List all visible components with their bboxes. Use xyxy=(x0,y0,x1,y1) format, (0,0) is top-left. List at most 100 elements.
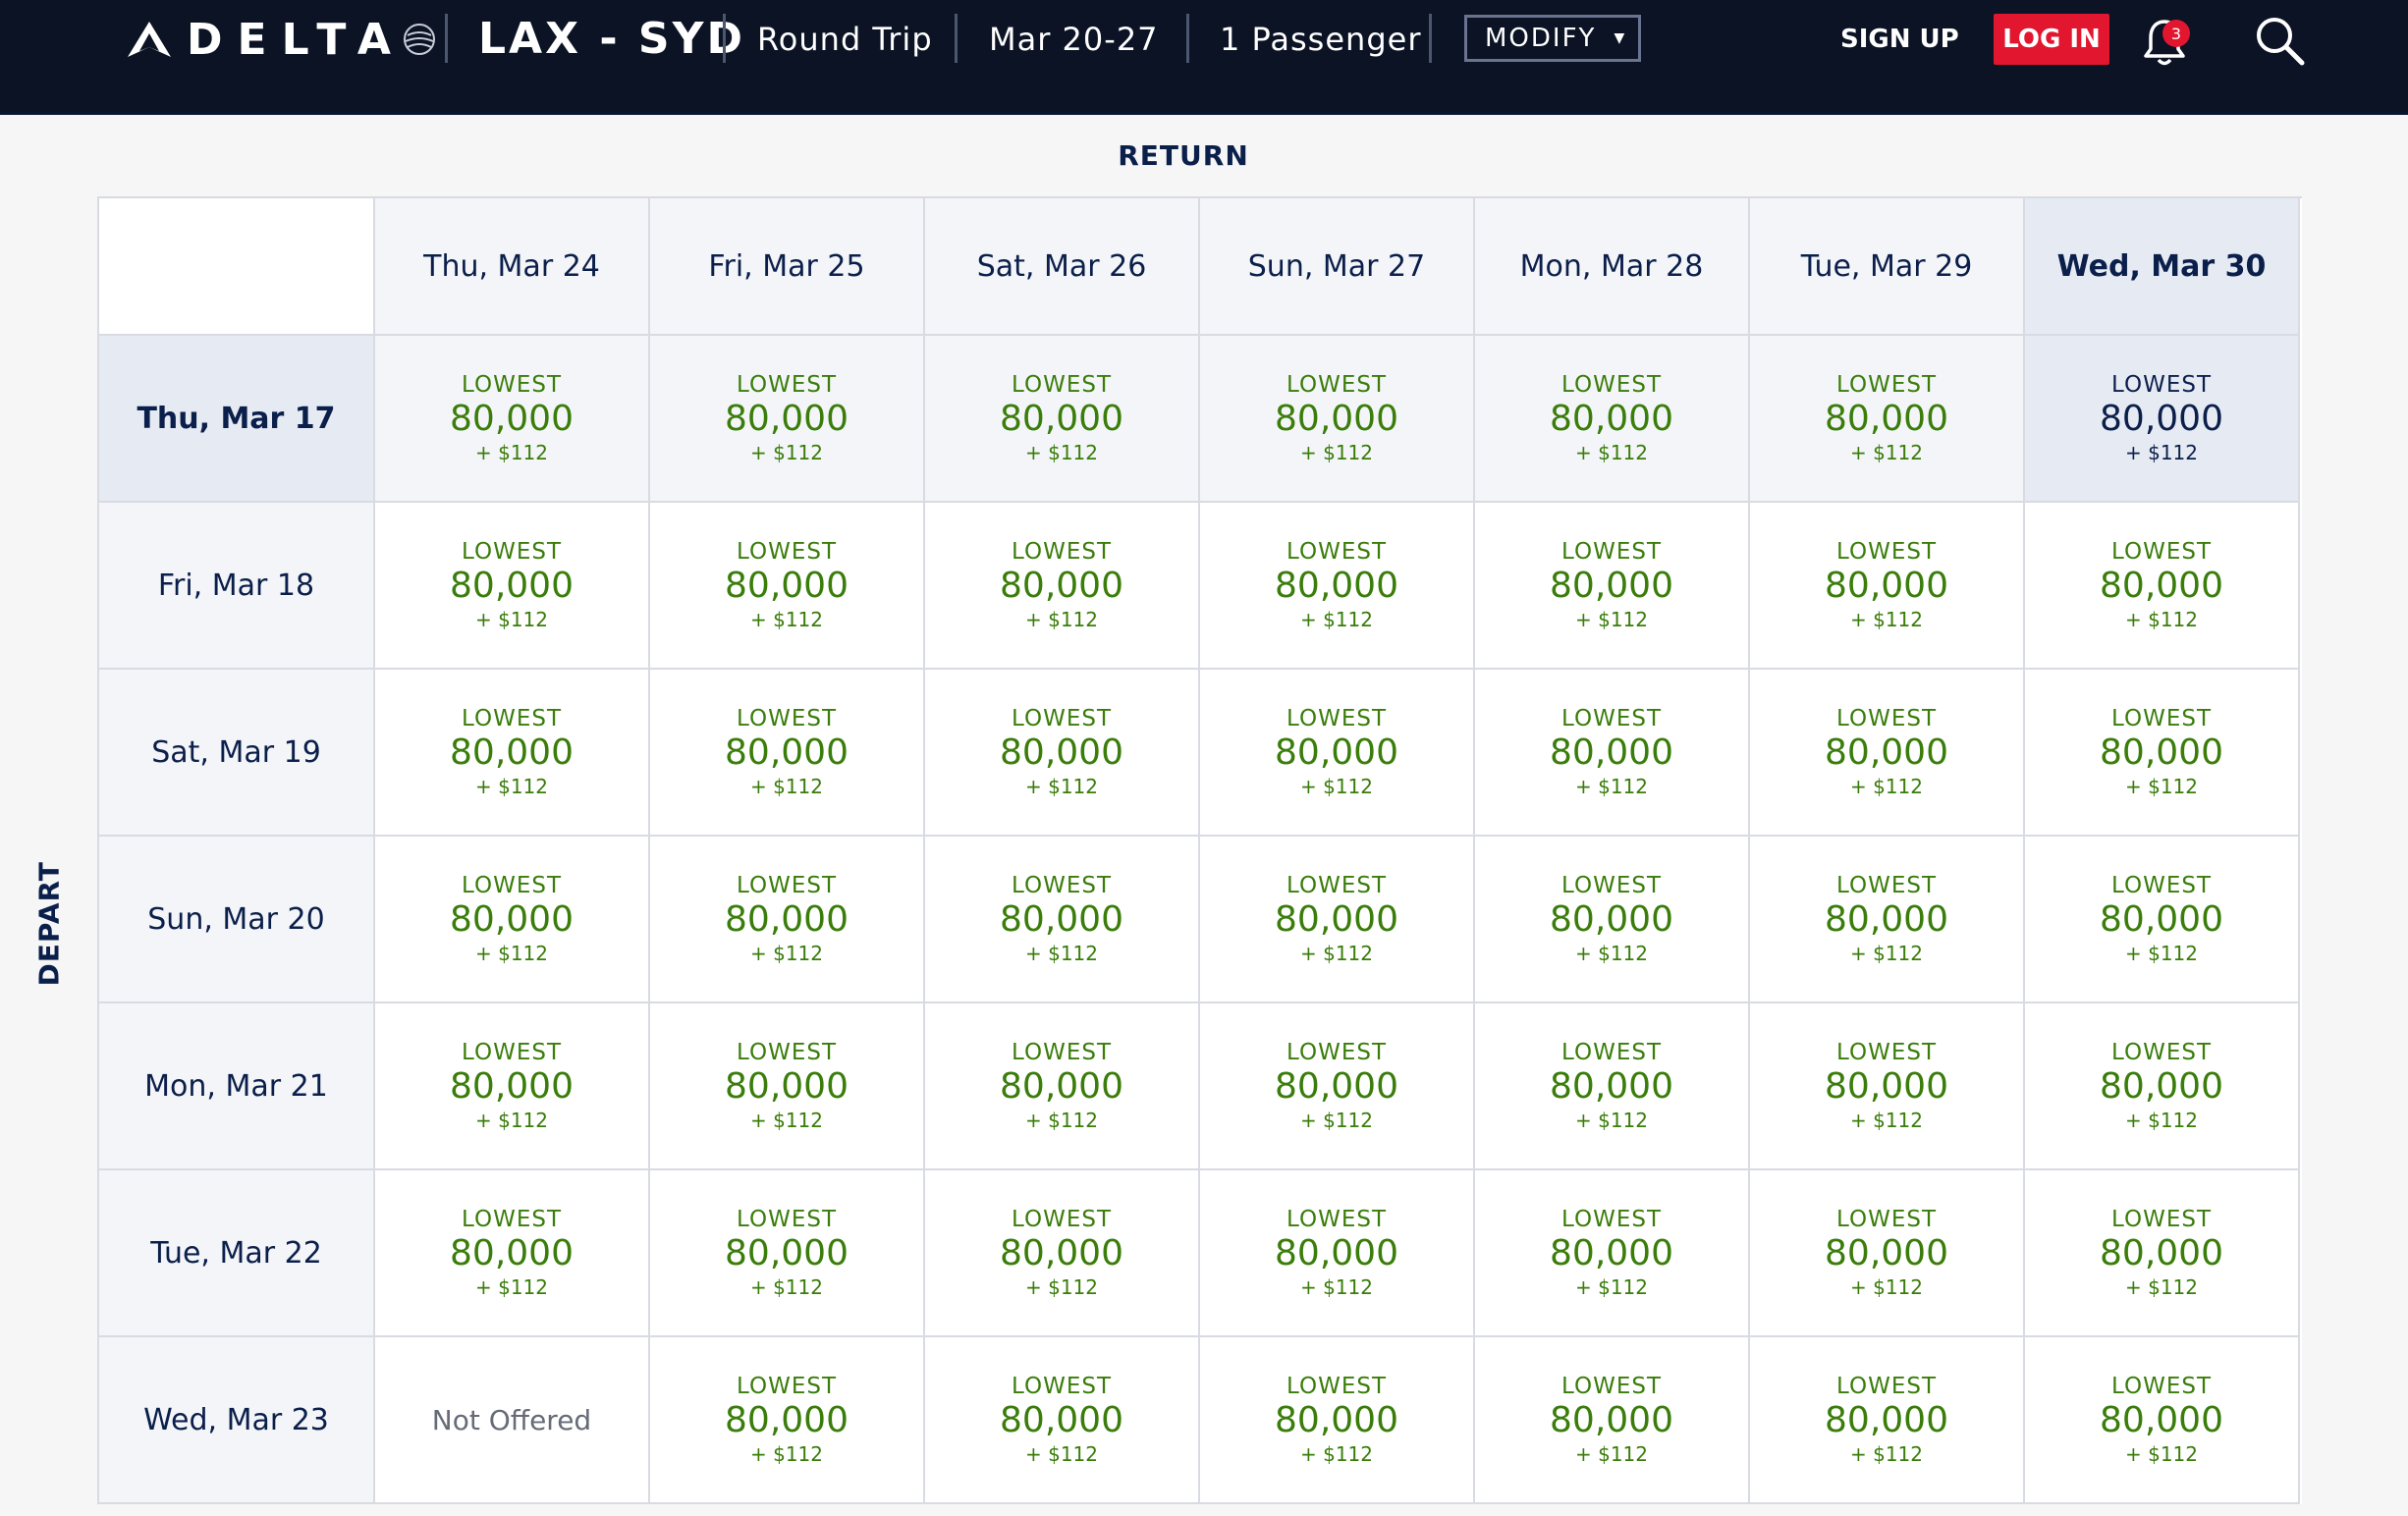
fare-cell[interactable]: LOWEST 80,000 + $112 xyxy=(1475,1337,1750,1504)
depart-date-header[interactable]: Wed, Mar 23 xyxy=(99,1337,375,1504)
fare-cell[interactable]: LOWEST 80,000 + $112 xyxy=(1750,837,2025,1003)
fare-tier-label: LOWEST xyxy=(461,706,563,731)
delta-logo[interactable]: DELTA xyxy=(126,14,439,65)
fare-taxes: + $112 xyxy=(1849,1109,1923,1132)
fare-cell[interactable]: LOWEST 80,000 + $112 xyxy=(1200,670,1475,837)
return-date-header[interactable]: Fri, Mar 25 xyxy=(650,198,925,336)
fare-cell[interactable]: LOWEST 80,000 + $112 xyxy=(2025,336,2300,503)
fare-cell[interactable]: LOWEST 80,000 + $112 xyxy=(2025,1170,2300,1337)
fare-cell[interactable]: LOWEST 80,000 + $112 xyxy=(1750,1170,2025,1337)
fare-cell[interactable]: LOWEST 80,000 + $112 xyxy=(1200,336,1475,503)
fare-cell[interactable]: LOWEST 80,000 + $112 xyxy=(925,837,1200,1003)
return-date-header[interactable]: Wed, Mar 30 xyxy=(2025,198,2300,336)
fare-tier-label: LOWEST xyxy=(1835,1374,1938,1399)
fare-cell[interactable]: LOWEST 80,000 + $112 xyxy=(1200,1337,1475,1504)
grid-corner xyxy=(99,198,375,336)
fare-cell[interactable]: LOWEST 80,000 + $112 xyxy=(1750,1337,2025,1504)
fare-cell[interactable]: LOWEST 80,000 + $112 xyxy=(925,1003,1200,1170)
fare-cell[interactable]: LOWEST 80,000 + $112 xyxy=(2025,503,2300,670)
log-in-button[interactable]: LOG IN xyxy=(1994,14,2109,65)
fare-taxes: + $112 xyxy=(1299,441,1373,464)
fare-tier-label: LOWEST xyxy=(1560,1374,1663,1399)
fare-cell[interactable]: LOWEST 80,000 + $112 xyxy=(375,670,650,837)
depart-date-header[interactable]: Sat, Mar 19 xyxy=(99,670,375,837)
fare-taxes: + $112 xyxy=(2124,942,2198,965)
trip-dates[interactable]: Mar 20-27 xyxy=(989,14,1159,65)
fare-cell[interactable]: LOWEST 80,000 + $112 xyxy=(1750,336,2025,503)
depart-date-header[interactable]: Tue, Mar 22 xyxy=(99,1170,375,1337)
depart-date-header[interactable]: Sun, Mar 20 xyxy=(99,837,375,1003)
fare-miles: 80,000 xyxy=(1000,399,1123,439)
fare-cell[interactable]: LOWEST 80,000 + $112 xyxy=(1475,1003,1750,1170)
fare-taxes: + $112 xyxy=(1849,1275,1923,1299)
return-date-header[interactable]: Mon, Mar 28 xyxy=(1475,198,1750,336)
fare-cell[interactable]: LOWEST 80,000 + $112 xyxy=(375,1170,650,1337)
fare-cell[interactable]: LOWEST 80,000 + $112 xyxy=(2025,1003,2300,1170)
fare-taxes: + $112 xyxy=(1849,942,1923,965)
fare-cell[interactable]: LOWEST 80,000 + $112 xyxy=(925,1170,1200,1337)
fare-miles: 80,000 xyxy=(725,732,848,773)
depart-date-header[interactable]: Thu, Mar 17 xyxy=(99,336,375,503)
fare-cell[interactable]: LOWEST 80,000 + $112 xyxy=(2025,670,2300,837)
fare-cell[interactable]: LOWEST 80,000 + $112 xyxy=(650,336,925,503)
fare-cell[interactable]: LOWEST 80,000 + $112 xyxy=(650,670,925,837)
depart-date-header[interactable]: Mon, Mar 21 xyxy=(99,1003,375,1170)
fare-cell[interactable]: LOWEST 80,000 + $112 xyxy=(1200,1170,1475,1337)
fare-tier-label: LOWEST xyxy=(736,873,838,898)
fare-cell[interactable]: LOWEST 80,000 + $112 xyxy=(375,336,650,503)
fare-tier-label: LOWEST xyxy=(1011,539,1113,565)
fare-tier-label: LOWEST xyxy=(2110,706,2213,731)
fare-cell[interactable]: LOWEST 80,000 + $112 xyxy=(375,837,650,1003)
fare-cell[interactable]: LOWEST 80,000 + $112 xyxy=(1475,837,1750,1003)
fare-cell[interactable]: LOWEST 80,000 + $112 xyxy=(925,503,1200,670)
passenger-count[interactable]: 1 Passenger xyxy=(1220,14,1421,65)
fare-taxes: + $112 xyxy=(474,1109,548,1132)
search-icon[interactable] xyxy=(2253,14,2308,69)
fare-miles: 80,000 xyxy=(1550,1066,1673,1107)
fare-cell[interactable]: LOWEST 80,000 + $112 xyxy=(650,1003,925,1170)
sign-up-link[interactable]: SIGN UP xyxy=(1840,18,1959,61)
fare-cell[interactable]: LOWEST 80,000 + $112 xyxy=(1475,503,1750,670)
fare-cell[interactable]: LOWEST 80,000 + $112 xyxy=(1200,837,1475,1003)
fare-cell[interactable]: LOWEST 80,000 + $112 xyxy=(1200,503,1475,670)
fare-miles: 80,000 xyxy=(1825,1066,1948,1107)
fare-cell[interactable]: LOWEST 80,000 + $112 xyxy=(650,503,925,670)
return-date-header[interactable]: Tue, Mar 29 xyxy=(1750,198,2025,336)
fare-cell[interactable]: LOWEST 80,000 + $112 xyxy=(925,1337,1200,1504)
depart-date-header[interactable]: Fri, Mar 18 xyxy=(99,503,375,670)
fare-tier-label: LOWEST xyxy=(1835,372,1938,398)
fare-cell[interactable]: LOWEST 80,000 + $112 xyxy=(1750,503,2025,670)
fare-cell[interactable]: LOWEST 80,000 + $112 xyxy=(1750,1003,2025,1170)
fare-taxes: + $112 xyxy=(474,608,548,631)
route-label[interactable]: LAX - SYD xyxy=(478,14,745,65)
fare-cell[interactable]: LOWEST 80,000 + $112 xyxy=(1475,336,1750,503)
fare-taxes: + $112 xyxy=(2124,608,2198,631)
fare-cell[interactable]: LOWEST 80,000 + $112 xyxy=(2025,1337,2300,1504)
fare-tier-label: LOWEST xyxy=(461,873,563,898)
return-date-header[interactable]: Sun, Mar 27 xyxy=(1200,198,1475,336)
fare-cell[interactable]: LOWEST 80,000 + $112 xyxy=(1475,670,1750,837)
fare-cell[interactable]: LOWEST 80,000 + $112 xyxy=(375,1003,650,1170)
fare-cell[interactable]: LOWEST 80,000 + $112 xyxy=(650,1170,925,1337)
fare-cell[interactable]: LOWEST 80,000 + $112 xyxy=(1200,1003,1475,1170)
fare-cell[interactable]: LOWEST 80,000 + $112 xyxy=(925,336,1200,503)
fare-cell[interactable]: LOWEST 80,000 + $112 xyxy=(925,670,1200,837)
top-navigation-bar: DELTA LAX - SYD Round Trip Mar 20-27 1 P… xyxy=(0,0,2408,112)
fare-miles: 80,000 xyxy=(1550,899,1673,940)
return-date-header[interactable]: Sat, Mar 26 xyxy=(925,198,1200,336)
trip-type[interactable]: Round Trip xyxy=(757,14,933,65)
fare-taxes: + $112 xyxy=(474,775,548,798)
return-date-header[interactable]: Thu, Mar 24 xyxy=(375,198,650,336)
fare-taxes: + $112 xyxy=(2124,775,2198,798)
fare-cell[interactable]: LOWEST 80,000 + $112 xyxy=(650,837,925,1003)
fare-cell[interactable]: LOWEST 80,000 + $112 xyxy=(1750,670,2025,837)
fare-cell[interactable]: LOWEST 80,000 + $112 xyxy=(2025,837,2300,1003)
fare-cell[interactable]: LOWEST 80,000 + $112 xyxy=(650,1337,925,1504)
modify-button[interactable]: MODIFY ▼ xyxy=(1464,15,1641,62)
fare-taxes: + $112 xyxy=(749,1109,823,1132)
fare-cell[interactable]: LOWEST 80,000 + $112 xyxy=(1475,1170,1750,1337)
fare-tier-label: LOWEST xyxy=(1835,873,1938,898)
fare-tier-label: LOWEST xyxy=(1011,1207,1113,1232)
fare-cell[interactable]: LOWEST 80,000 + $112 xyxy=(375,503,650,670)
fare-tier-label: LOWEST xyxy=(736,1040,838,1065)
